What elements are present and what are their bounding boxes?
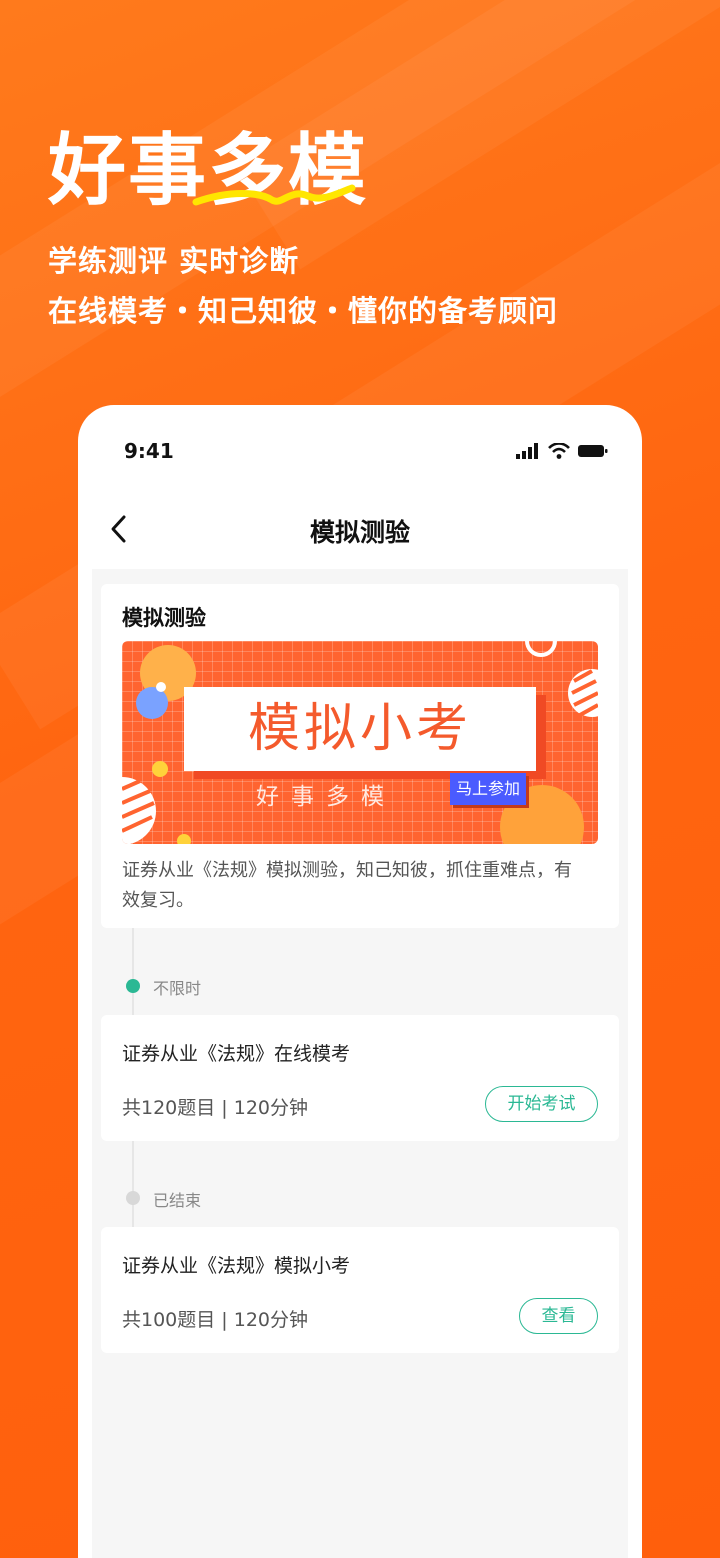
mock-exam-banner[interactable]: 模拟小考 好事多模 马上参加 bbox=[122, 641, 598, 844]
page-title: 模拟测验 bbox=[309, 518, 410, 547]
start-exam-button[interactable]: 开始考试 bbox=[485, 1086, 598, 1122]
status-label-ended: 已结束 bbox=[153, 1191, 202, 1210]
intro-card: 模拟测验 模拟小考 好事多模 马上参加 证券从业《法规》模拟测验，知己知彼，抓住… bbox=[101, 584, 619, 928]
exam-card-quiz[interactable]: 证券从业《法规》模拟小考 共100题目 | 120分钟 查看 bbox=[101, 1227, 619, 1353]
hero-underline-decoration bbox=[192, 184, 356, 206]
intro-description: 证券从业《法规》模拟测验，知己知彼，抓住重难点，有效复习。 bbox=[122, 860, 572, 911]
exam-title: 证券从业《法规》模拟小考 bbox=[122, 1255, 351, 1277]
banner-subtitle: 好事多模 bbox=[256, 784, 396, 810]
hero-subtitle-2: 在线模考・知己知彼・懂你的备考顾问 bbox=[48, 294, 559, 328]
phone-mockup: 9:41 模拟测验 模拟测验 模拟小考 好事多模 马上参加 证券从业《法规》模拟… bbox=[78, 405, 642, 1558]
nav-bar: 模拟测验 bbox=[78, 501, 642, 557]
intro-card-title: 模拟测验 bbox=[122, 606, 206, 630]
exam-meta: 共100题目 | 120分钟 bbox=[122, 1309, 309, 1331]
status-label-unlimited: 不限时 bbox=[153, 979, 202, 998]
status-time: 9:41 bbox=[124, 439, 174, 463]
view-button[interactable]: 查看 bbox=[519, 1298, 598, 1334]
status-dot-ended bbox=[126, 1191, 140, 1205]
banner-headline: 模拟小考 bbox=[184, 687, 536, 771]
status-dot-active bbox=[126, 979, 140, 993]
hero-subtitle-1: 学练测评 实时诊断 bbox=[48, 244, 300, 278]
battery-icon bbox=[578, 445, 608, 457]
exam-meta: 共120题目 | 120分钟 bbox=[122, 1097, 309, 1119]
cellular-signal-icon bbox=[516, 443, 538, 459]
status-icons bbox=[516, 443, 608, 459]
exam-card-online[interactable]: 证券从业《法规》在线模考 共120题目 | 120分钟 开始考试 bbox=[101, 1015, 619, 1141]
exam-title: 证券从业《法规》在线模考 bbox=[122, 1043, 351, 1065]
join-now-button[interactable]: 马上参加 bbox=[450, 773, 526, 805]
timeline-line bbox=[132, 928, 134, 1020]
timeline-line bbox=[132, 1141, 134, 1233]
content-area: 模拟测验 模拟小考 好事多模 马上参加 证券从业《法规》模拟测验，知己知彼，抓住… bbox=[92, 569, 628, 1558]
wifi-icon bbox=[548, 443, 570, 459]
